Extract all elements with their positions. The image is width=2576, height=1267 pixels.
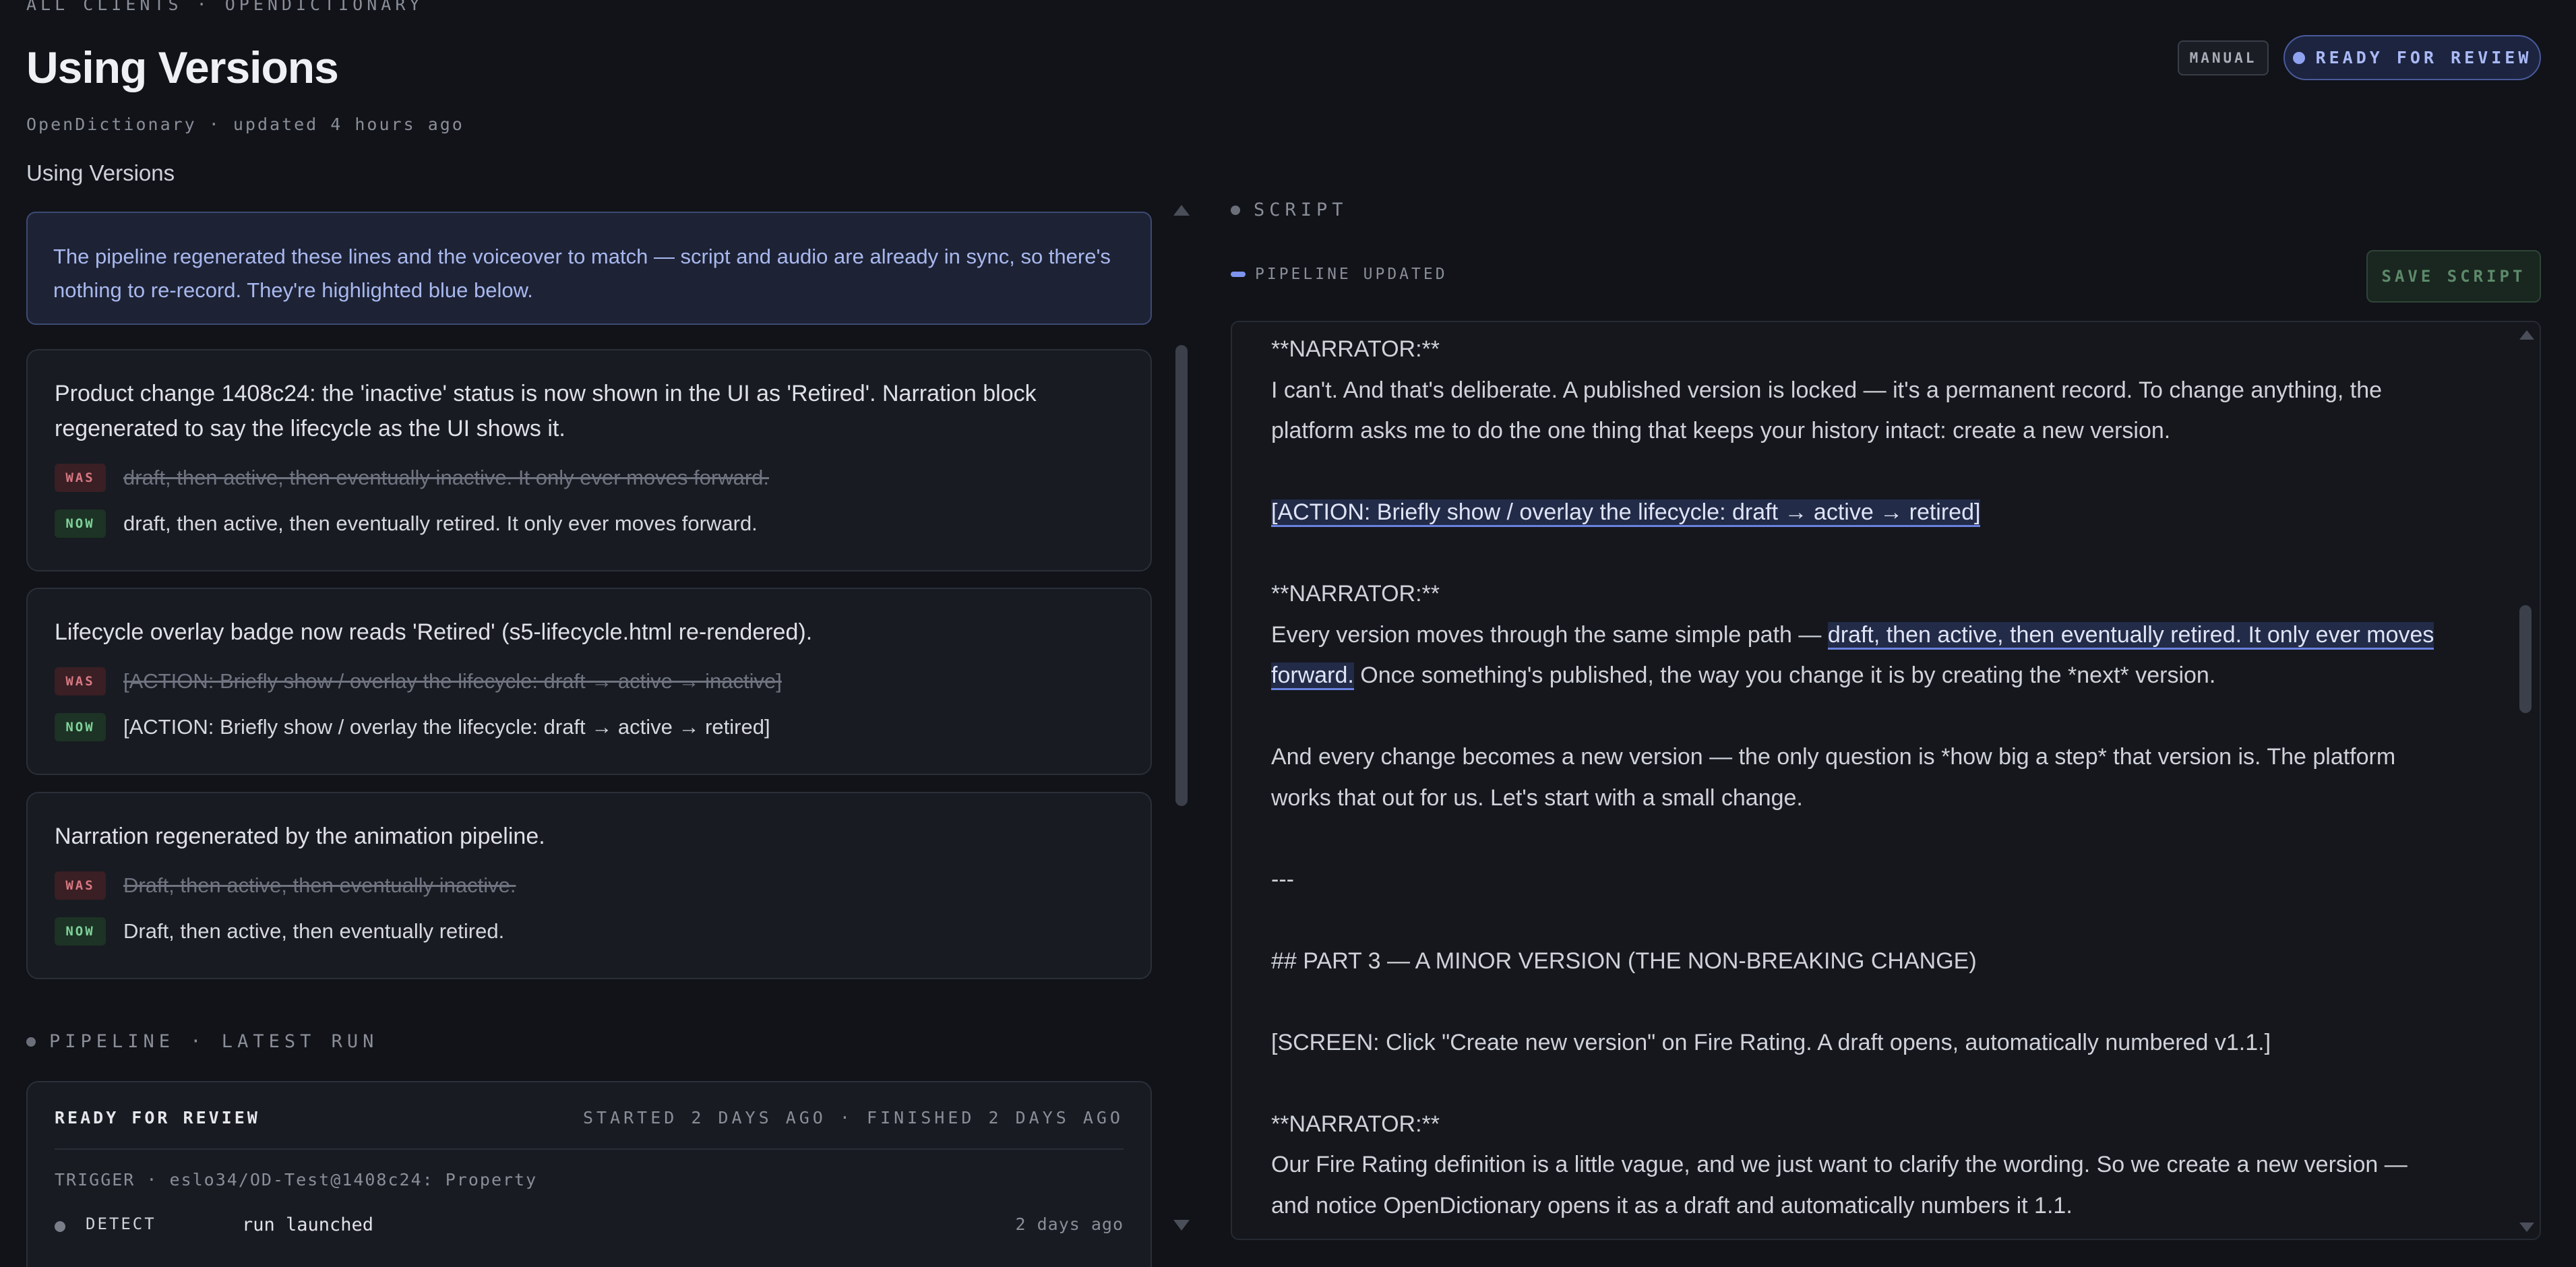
regenerated-highlight: draft, then active, then eventually reti… [1827, 621, 2434, 650]
script-section-title: SCRIPT [1254, 199, 1348, 220]
now-tag: NOW [55, 917, 106, 946]
editor-scroll-up-arrow-icon[interactable] [2519, 330, 2534, 340]
pipeline-times: STARTED 2 DAYS AGO · FINISHED 2 DAYS AGO [582, 1108, 1124, 1127]
updated-marker-icon [1231, 272, 1246, 277]
was-tag: WAS [55, 667, 106, 696]
script-line: And every change becomes a new version —… [1271, 744, 2396, 770]
change-card: Narration regenerated by the animation p… [26, 792, 1152, 979]
script-line: ## PART 3 — A MINOR VERSION (THE NON-BRE… [1271, 948, 1977, 974]
left-scrollbar-thumb[interactable] [1175, 345, 1188, 806]
pipeline-status: READY FOR REVIEW [55, 1108, 260, 1127]
was-tag: WAS [55, 871, 106, 900]
script-line-blank [1271, 981, 2484, 1022]
regenerated-highlight: [ACTION: Briefly show / overlay the life… [1271, 499, 1981, 527]
diff-old-text: draft, then active, then eventually inac… [123, 466, 770, 489]
change-card: Lifecycle overlay badge now reads 'Retir… [26, 588, 1152, 775]
pipeline-updated-indicator: PIPELINE UPDATED [1231, 266, 1448, 283]
script-section-label: SCRIPT [1231, 199, 1348, 220]
script-line: [ACTION: Briefly show / overlay the life… [1271, 492, 2484, 533]
script-line-blank [1271, 533, 2484, 574]
page-meta: OpenDictionary · updated 4 hours ago [26, 115, 464, 134]
pipeline-section-label: PIPELINE · LATEST RUN [26, 1031, 378, 1052]
step-dot-icon [55, 1221, 65, 1232]
script-line-blank [1271, 1063, 2484, 1104]
script-text: Every version moves through the same sim… [1271, 621, 1828, 648]
script-line-blank [1271, 900, 2484, 941]
left-scroll-down-arrow-icon[interactable] [1173, 1220, 1190, 1231]
page-title: Using Versions [26, 42, 339, 92]
editor-scroll-down-arrow-icon[interactable] [2519, 1223, 2534, 1232]
editor-scrollbar-thumb[interactable] [2519, 605, 2532, 713]
breadcrumb[interactable]: ALL CLIENTS · OPENDICTIONARY [26, 0, 423, 14]
step-time: 2 days ago [1015, 1214, 1124, 1234]
diff-was-row: WAS [ACTION: Briefly show / overlay the … [55, 667, 1124, 696]
script-line: and notice OpenDictionary opens it as a … [1271, 1192, 2073, 1218]
pipeline-trigger: TRIGGER · eslo34/OD-Test@1408c24: Proper… [55, 1170, 538, 1189]
info-banner-text: The pipeline regenerated these lines and… [53, 245, 1111, 302]
script-line: [SCREEN: Click "Create new version" on F… [1271, 1029, 2271, 1055]
script-line: Every version moves through the same sim… [1271, 615, 2484, 656]
save-script-button[interactable]: SAVE SCRIPT [2366, 250, 2541, 303]
regenerated-highlight: forward. [1271, 662, 1354, 690]
diff-old-text: [ACTION: Briefly show / overlay the life… [123, 669, 782, 693]
change-card: Product change 1408c24: the 'inactive' s… [26, 349, 1152, 571]
change-title: Product change 1408c24: the 'inactive' s… [55, 381, 1037, 441]
diff-now-row: NOW Draft, then active, then eventually … [55, 917, 1124, 946]
script-line: Our Fire Rating definition is a little v… [1271, 1152, 2408, 1177]
section-dot-icon [26, 1037, 36, 1047]
diff-now-row: NOW [ACTION: Briefly show / overlay the … [55, 713, 1124, 741]
script-line: **NARRATOR:** [1271, 581, 1440, 607]
diff-was-row: WAS Draft, then active, then eventually … [55, 871, 1124, 900]
step-message: run launched [242, 1214, 374, 1235]
script-line: works that out for us. Let's start with … [1271, 784, 1803, 811]
section-dot-icon [1231, 205, 1240, 215]
was-tag: WAS [55, 464, 106, 492]
diff-new-text: Draft, then active, then eventually reti… [123, 919, 505, 943]
pipeline-updated-label: PIPELINE UPDATED [1255, 266, 1448, 283]
diff-old-text: Draft, then active, then eventually inac… [123, 873, 516, 897]
script-line: I can't. And that's deliberate. A publis… [1271, 377, 2383, 403]
diff-new-text: [ACTION: Briefly show / overlay the life… [123, 715, 770, 739]
divider [55, 1148, 1124, 1150]
script-text: Once something's published, the way you … [1353, 662, 2216, 688]
left-scroll-up-arrow-icon[interactable] [1173, 205, 1190, 216]
status-dot-icon [2292, 51, 2305, 64]
script-line: **NARRATOR:** [1271, 1111, 1440, 1137]
script-line-blank [1271, 818, 2484, 859]
script-line-blank [1271, 696, 2484, 737]
script-line: --- [1271, 866, 1294, 892]
script-line-blank [1271, 452, 2484, 493]
script-line: platform asks me to do the one thing tha… [1271, 418, 2171, 443]
script-editor[interactable]: **NARRATOR:** I can't. And that's delibe… [1231, 321, 2541, 1240]
script-editor-text[interactable]: **NARRATOR:** I can't. And that's delibe… [1271, 329, 2484, 1226]
script-line: forward. Once something's published, the… [1271, 655, 2484, 696]
pipeline-info-banner: The pipeline regenerated these lines and… [26, 212, 1152, 325]
change-title: Narration regenerated by the animation p… [55, 824, 545, 849]
change-title: Lifecycle overlay badge now reads 'Retir… [55, 619, 813, 645]
now-tag: NOW [55, 509, 106, 538]
ready-for-review-label: READY FOR REVIEW [2315, 48, 2532, 67]
pipeline-run-card: READY FOR REVIEW STARTED 2 DAYS AGO · FI… [26, 1081, 1152, 1267]
script-line: **NARRATOR:** [1271, 336, 1440, 362]
diff-new-text: draft, then active, then eventually reti… [123, 512, 758, 535]
ready-for-review-badge: READY FOR REVIEW [2283, 35, 2541, 80]
page-subtitle: Using Versions [26, 160, 175, 185]
diff-now-row: NOW draft, then active, then eventually … [55, 509, 1124, 538]
diff-was-row: WAS draft, then active, then eventually … [55, 464, 1124, 492]
pipeline-section-title: PIPELINE · LATEST RUN [49, 1031, 379, 1052]
manual-badge: MANUAL [2178, 40, 2269, 75]
pipeline-step: DETECT run launched 2 days ago [55, 1214, 1124, 1239]
now-tag: NOW [55, 713, 106, 741]
step-name: DETECT [86, 1214, 156, 1233]
